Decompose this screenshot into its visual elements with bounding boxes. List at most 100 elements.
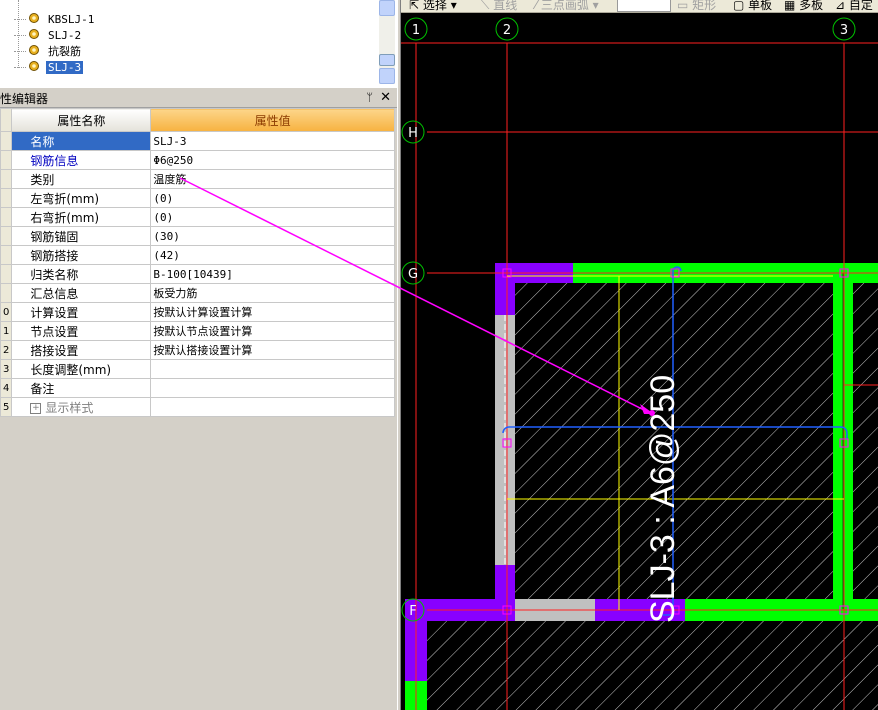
close-icon[interactable]: ✕ [380,90,391,105]
scroll-down-button[interactable] [379,68,395,84]
row-index [0,264,13,284]
style-dropdown[interactable] [617,0,671,12]
row-index: 4 [0,378,13,398]
property-row[interactable]: 钢筋搭接 (42) [0,245,395,265]
property-name: + 显示样式 [11,397,152,417]
property-row[interactable]: 钢筋信息 Φ6@250 [0,150,395,170]
property-value[interactable]: 温度筋 [150,169,395,189]
svg-text:3: 3 [840,23,848,38]
scroll-up-button[interactable] [379,0,395,16]
property-name: 备注 [11,378,152,398]
property-row[interactable]: 左弯折(mm) (0) [0,188,395,208]
property-row[interactable]: 3 长度调整(mm) [0,359,395,379]
property-name-text: 钢筋搭接 [30,248,79,263]
property-value[interactable]: B-100[10439] [150,264,395,284]
row-index [0,283,13,303]
row-index [0,150,13,170]
property-name: 右弯折(mm) [11,207,152,227]
property-value[interactable]: 按默认搭接设置计算 [150,340,395,360]
property-name-text: 右弯折(mm) [30,210,100,225]
expand-icon[interactable]: + [30,402,42,414]
select-tool-button[interactable]: ⇱ 选择 ▾ [409,0,457,12]
rebar-component-icon [28,28,46,43]
property-value[interactable]: 按默认节点设置计算 [150,321,395,341]
property-value[interactable]: 板受力筋 [150,283,395,303]
property-name-text: 计算设置 [30,305,79,320]
row-index [0,245,13,265]
property-name-text: 左弯折(mm) [30,191,100,206]
axis-bubble-3: 3 [832,17,856,41]
property-row[interactable]: 类别 温度筋 [0,169,395,189]
property-name: 节点设置 [11,321,152,341]
property-row[interactable]: 5 + 显示样式 [0,397,395,417]
property-name: 钢筋搭接 [11,245,152,265]
row-index: 1 [0,321,13,341]
arc-tool-button[interactable]: ⁄ 三点画弧 ▾ [535,0,599,12]
property-value[interactable]: (30) [150,226,395,246]
custom-button[interactable]: ⊿ 自定 [835,0,873,12]
property-name-text: 长度调整(mm) [30,362,112,377]
tree-connector [14,66,26,68]
svg-text:H: H [408,126,418,141]
tree-scrollbar[interactable] [379,0,395,84]
property-row[interactable]: 钢筋锚固 (30) [0,226,395,246]
tree-item[interactable]: SLJ-2 [14,27,83,43]
property-row[interactable]: 1 节点设置 按默认节点设置计算 [0,321,395,341]
property-name-text: 类别 [30,172,55,187]
single-board-button[interactable]: ▢ 单板 [733,0,772,12]
property-row[interactable]: 2 搭接设置 按默认搭接设置计算 [0,340,395,360]
property-value[interactable]: SLJ-3 [150,131,395,151]
property-name: 长度调整(mm) [11,359,152,379]
tree-connector [14,18,26,20]
property-value[interactable]: (42) [150,245,395,265]
property-row[interactable]: 汇总信息 板受力筋 [0,283,395,303]
tree-item[interactable]: 抗裂筋 [14,43,83,59]
property-value[interactable]: Φ6@250 [150,150,395,170]
property-value[interactable]: 按默认计算设置计算 [150,302,395,322]
rect-tool-button[interactable]: ▭ 矩形 [677,0,716,12]
property-editor-title: 性编辑器 [0,92,49,106]
property-row[interactable]: 名称 SLJ-3 [0,131,395,151]
property-name: 类别 [11,169,152,189]
property-value[interactable] [150,397,395,417]
property-name-text: 搭接设置 [30,343,79,358]
property-value[interactable] [150,378,395,398]
row-index [0,188,13,208]
row-index [0,207,13,227]
pin-icon[interactable]: ᛘ [366,91,373,104]
svg-text:F: F [409,604,416,619]
property-name-text: 归类名称 [30,267,79,282]
multi-board-button[interactable]: ▦ 多板 [784,0,823,12]
property-name-text: 节点设置 [30,324,79,339]
slab-hatch-lower [427,621,878,710]
property-row[interactable]: 0 计算设置 按默认计算设置计算 [0,302,395,322]
cad-drawing-canvas[interactable]: 1 2 3 H G F SLJ-3: A6@250 [401,13,878,710]
svg-text:1: 1 [412,23,420,38]
tree-item-label: SLJ-2 [48,28,82,42]
tree-connector [14,34,26,36]
property-name-text: 钢筋信息 [30,153,79,168]
property-name: 钢筋锚固 [11,226,152,246]
axis-bubble-H: H [401,120,425,144]
property-name: 汇总信息 [11,283,152,303]
property-row[interactable]: 4 备注 [0,378,395,398]
beam-selected [495,263,515,315]
tree-item[interactable]: SLJ-3 [14,59,84,75]
property-value[interactable]: (0) [150,188,395,208]
line-tool-button[interactable]: ⟍ 直线 [481,0,517,12]
cad-drawing[interactable]: 1 2 3 H G F SLJ-3: A6@250 [401,13,878,710]
rebar-component-icon [28,44,46,59]
rebar-label: SLJ-3 : A6@250 [644,375,682,623]
property-value[interactable]: (0) [150,207,395,227]
row-index: 5 [0,397,13,417]
tree-item[interactable]: KBSLJ-1 [14,11,96,27]
property-value[interactable] [150,359,395,379]
scroll-thumb[interactable] [379,54,395,66]
property-row[interactable]: 归类名称 B-100[10439] [0,264,395,284]
axis-bubble-2: 2 [495,17,519,41]
row-index: 3 [0,359,13,379]
tree-item-label: SLJ-3 [46,60,84,74]
row-index: 0 [0,302,13,322]
property-row[interactable]: 右弯折(mm) (0) [0,207,395,227]
axis-bubble-G: G [401,261,425,285]
